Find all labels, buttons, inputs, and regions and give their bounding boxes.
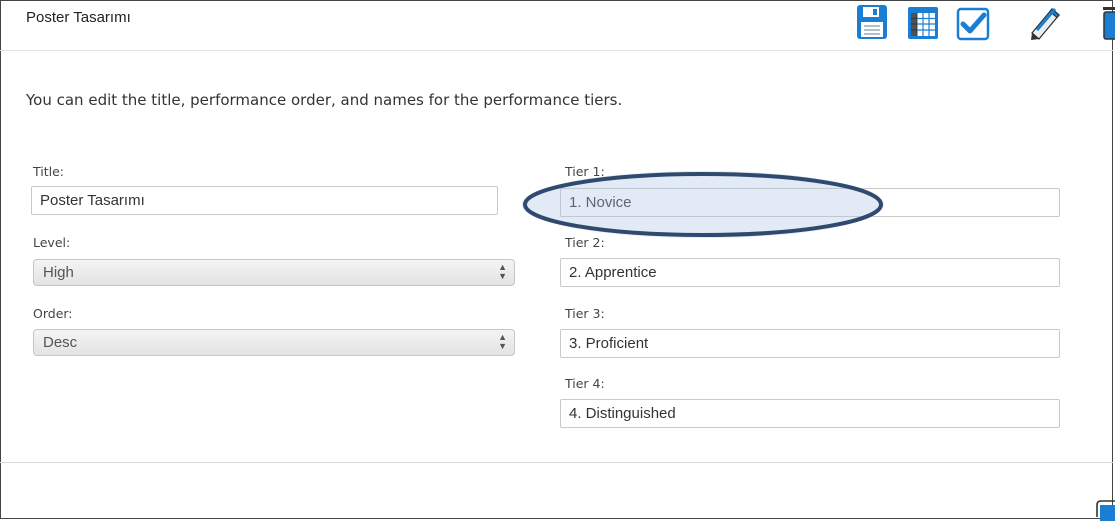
tier-1-label: Tier 1: — [565, 164, 605, 179]
instructions-text: You can edit the title, performance orde… — [26, 91, 623, 109]
pencil-icon[interactable] — [1028, 3, 1062, 41]
tier-1-input[interactable] — [560, 188, 1060, 217]
tier-3-input[interactable] — [560, 329, 1060, 358]
tier-2-label: Tier 2: — [565, 235, 605, 250]
tier-2-input[interactable] — [560, 258, 1060, 287]
order-select[interactable]: Desc ▲ ▼ — [33, 329, 515, 356]
level-select[interactable]: High ▲ ▼ — [33, 259, 515, 286]
tier-4-input[interactable] — [560, 399, 1060, 428]
select-arrows-icon: ▲ ▼ — [498, 332, 507, 351]
title-input[interactable] — [31, 186, 498, 215]
level-label: Level: — [33, 235, 71, 250]
footer-divider — [0, 462, 1113, 463]
level-select-value: High — [43, 264, 74, 281]
title-label: Title: — [33, 164, 64, 179]
select-arrows-icon: ▲ ▼ — [498, 262, 507, 281]
trash-icon[interactable] — [1100, 3, 1115, 41]
save-icon[interactable] — [855, 3, 889, 41]
checkmark-icon[interactable] — [956, 3, 990, 41]
table-icon[interactable] — [906, 3, 940, 41]
title-bar: Poster Tasarımı — [0, 0, 1115, 51]
tier-4-label: Tier 4: — [565, 376, 605, 391]
expand-icon[interactable] — [1094, 497, 1115, 521]
order-label: Order: — [33, 306, 73, 321]
order-select-value: Desc — [43, 334, 78, 351]
app-title: Poster Tasarımı — [26, 9, 131, 26]
tier-3-label: Tier 3: — [565, 306, 605, 321]
